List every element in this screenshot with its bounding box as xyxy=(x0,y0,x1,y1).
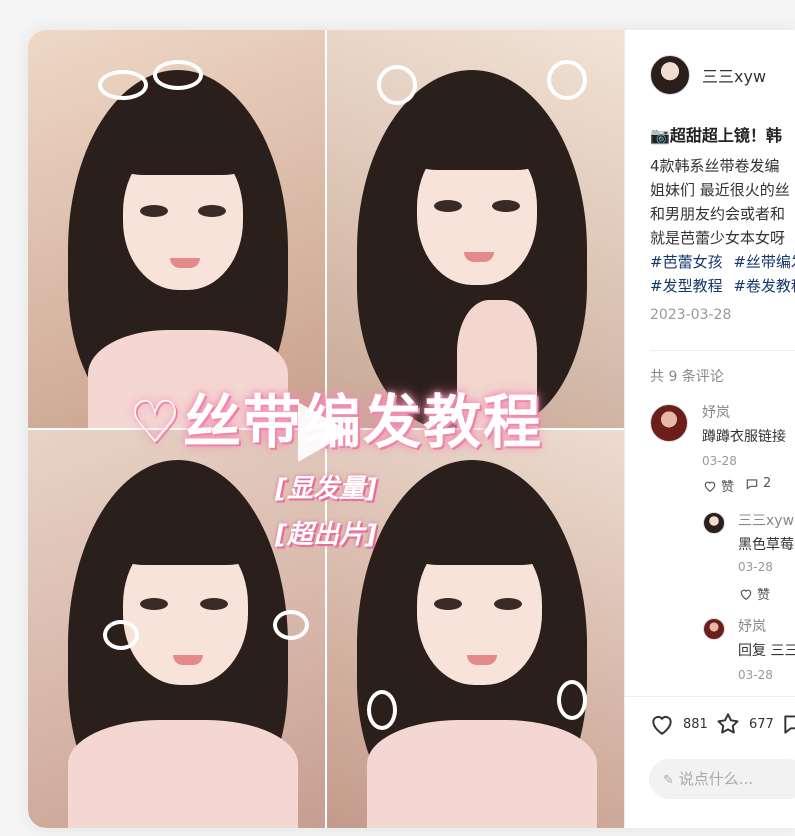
video-cover[interactable]: ♡丝带编发教程 [显发量] [超出片] xyxy=(28,30,624,828)
reply-date: 03-28 xyxy=(738,668,773,682)
replier-avatar[interactable] xyxy=(703,618,725,640)
cover-photo-1 xyxy=(28,30,325,428)
replier-name[interactable]: 妤岚 xyxy=(738,616,766,636)
note-date: 2023-03-28 xyxy=(650,307,732,323)
desc-line: 和男朋友约会或者和 xyxy=(650,205,786,223)
note-description: 4款韩系丝带卷发编 姐妹们 最近很火的丝 和男朋友约会或者和 就是芭蕾少女本女呀… xyxy=(650,154,795,298)
star-icon xyxy=(717,713,739,734)
author-avatar[interactable] xyxy=(650,55,690,95)
note-title: 📷超甜超上镜！韩 xyxy=(650,126,782,145)
heart-icon xyxy=(740,589,752,600)
desc-line: 姐妹们 最近很火的丝 xyxy=(650,181,790,199)
cover-overlay-subtitle-2: [超出片] xyxy=(275,520,377,550)
chat-bubble-icon xyxy=(746,478,758,489)
author-info[interactable]: 三三xyw xyxy=(650,55,766,95)
reply-like-button[interactable]: 赞 xyxy=(739,584,770,603)
comment-like-label: 赞 xyxy=(721,480,735,495)
comment-count: 共 9 条评论 xyxy=(650,369,724,385)
note-modal: ♡丝带编发教程 [显发量] [超出片] 三三xyw 📷超甜超上镜！韩 4款韩系丝… xyxy=(28,30,795,828)
collect-count: 677 xyxy=(749,716,774,732)
comment-button[interactable] xyxy=(781,711,795,737)
replier-name[interactable]: 三三xyw xyxy=(738,510,794,530)
collect-button[interactable]: 677 xyxy=(715,711,774,737)
reply-text: 回复 三三 xyxy=(738,643,795,659)
desc-line: 4款韩系丝带卷发编 xyxy=(650,157,780,175)
engagement-bar: 881 677 ✎ 说点什么... xyxy=(625,696,795,828)
comment-date: 03-28 xyxy=(702,454,737,468)
hashtag-link[interactable]: #发型教程 xyxy=(650,277,723,295)
hashtag-link[interactable]: #丝带编发 xyxy=(733,253,795,271)
heart-icon xyxy=(652,716,672,735)
desc-line: 就是芭蕾少女本女呀 xyxy=(650,229,786,247)
hashtag-link[interactable]: #卷发教程 xyxy=(733,277,795,295)
comment-like-button[interactable]: 赞 xyxy=(703,476,734,495)
author-name[interactable]: 三三xyw xyxy=(702,63,766,87)
commenter-name[interactable]: 妤岚 xyxy=(702,402,730,422)
chat-bubble-icon xyxy=(784,715,795,734)
comment-reply-count: 2 xyxy=(763,476,772,491)
heart-icon xyxy=(704,481,716,492)
like-count: 881 xyxy=(683,716,708,732)
replier-avatar[interactable] xyxy=(703,512,725,534)
reply-like-label: 赞 xyxy=(757,588,771,603)
divider xyxy=(650,350,795,351)
like-button[interactable]: 881 xyxy=(649,711,708,737)
comment-input[interactable]: ✎ 说点什么... xyxy=(649,759,795,799)
comment-text: 蹲蹲衣服链接 xyxy=(702,429,786,445)
cover-photo-2 xyxy=(327,30,624,428)
comment-input-placeholder: 说点什么... xyxy=(678,770,753,788)
comment-reply-button[interactable]: 2 xyxy=(745,476,771,491)
pencil-icon: ✎ xyxy=(663,773,674,788)
reply-text: 黑色草莓 xyxy=(738,537,794,553)
note-sidebar: 三三xyw 📷超甜超上镜！韩 4款韩系丝带卷发编 姐妹们 最近很火的丝 和男朋友… xyxy=(624,30,795,828)
reply-date: 03-28 xyxy=(738,560,773,574)
play-icon[interactable] xyxy=(298,402,350,462)
cover-overlay-subtitle-1: [显发量] xyxy=(275,474,377,504)
commenter-avatar[interactable] xyxy=(650,404,688,442)
hashtag-link[interactable]: #芭蕾女孩 xyxy=(650,253,723,271)
